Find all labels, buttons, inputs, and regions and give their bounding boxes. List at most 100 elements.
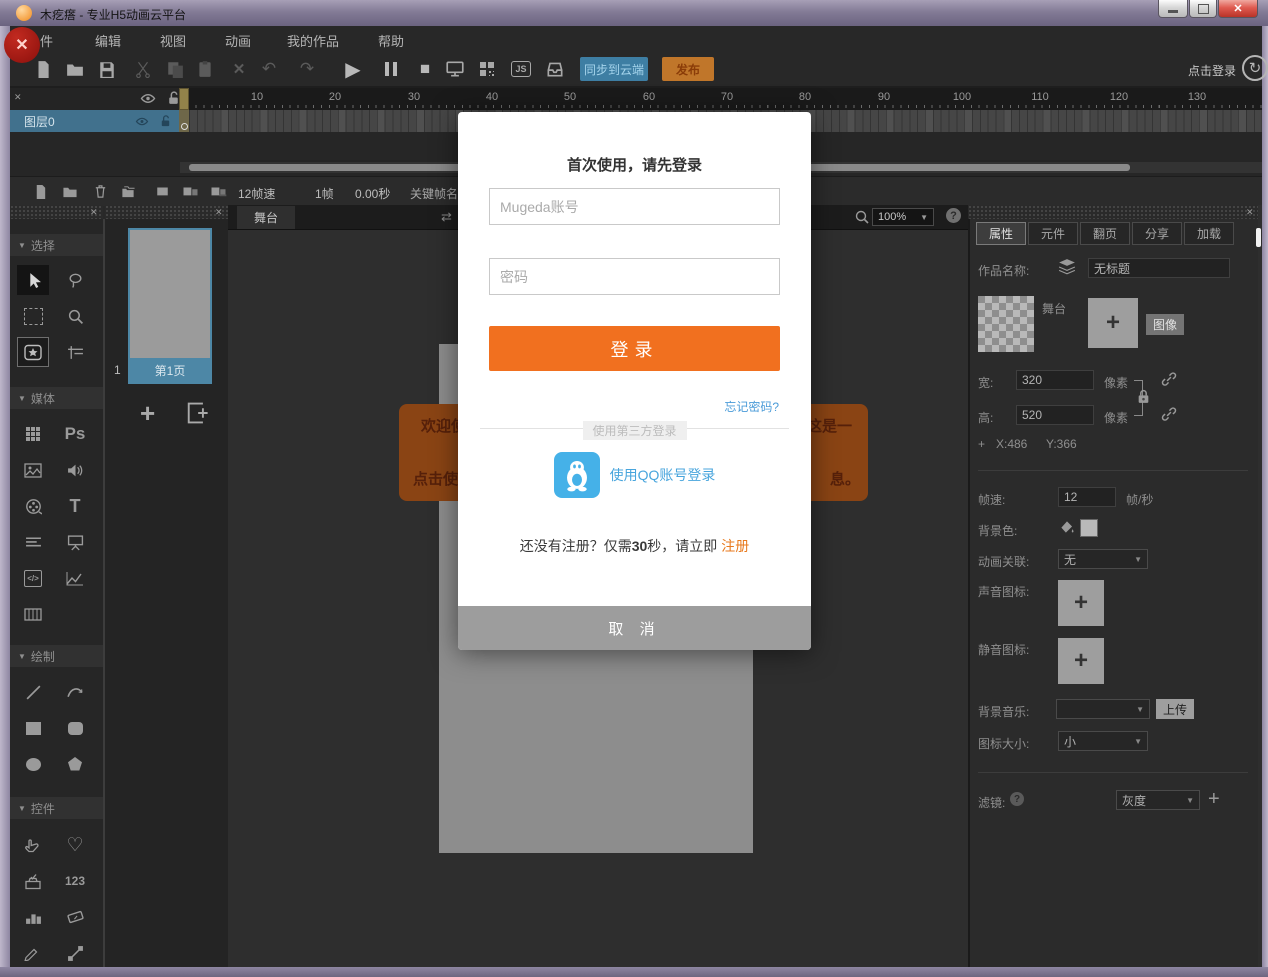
tool-signature[interactable] <box>17 938 49 968</box>
tool-rectangle[interactable] <box>17 713 49 743</box>
delete-layer-button[interactable] <box>90 182 110 200</box>
panel-scrollbar-thumb[interactable] <box>1256 228 1261 247</box>
stage-bg-swatch[interactable] <box>978 296 1034 352</box>
menu-animation[interactable]: 动画 <box>225 31 251 50</box>
tab-share[interactable]: 分享 <box>1132 222 1182 245</box>
tab-properties[interactable]: 属性 <box>976 222 1026 245</box>
section-media[interactable]: ▼媒体 <box>10 387 103 409</box>
tool-video[interactable] <box>17 491 49 521</box>
section-select[interactable]: ▼选择 <box>10 234 103 256</box>
height-input[interactable] <box>1016 405 1094 425</box>
tool-zoom[interactable] <box>59 301 91 331</box>
tool-counter[interactable]: 123 <box>59 866 91 896</box>
save-button[interactable] <box>94 56 120 82</box>
copy-button[interactable] <box>162 56 188 82</box>
insert-page-button[interactable] <box>184 400 210 426</box>
tool-rounded-rectangle[interactable] <box>59 713 91 743</box>
aspect-lock-icon[interactable] <box>1136 388 1151 405</box>
cut-button[interactable] <box>130 56 156 82</box>
preview-button[interactable] <box>442 56 468 82</box>
tool-text[interactable]: T <box>59 491 91 521</box>
duplicate-layer-button[interactable] <box>118 182 138 200</box>
visibility-column-icon[interactable] <box>140 92 156 105</box>
filter-dropdown[interactable]: 灰度 ▼ <box>1116 790 1200 810</box>
password-input[interactable] <box>489 258 780 295</box>
login-button[interactable]: 登录 <box>489 326 780 371</box>
work-name-input[interactable] <box>1088 258 1230 278</box>
stage-zoom-icon[interactable] <box>854 209 870 225</box>
tool-ranking[interactable] <box>17 902 49 932</box>
new-file-button[interactable] <box>30 56 56 82</box>
stop-button[interactable]: ■ <box>412 56 438 82</box>
tool-arc[interactable] <box>59 677 91 707</box>
tool-image[interactable] <box>17 455 49 485</box>
pages-panel-close-icon[interactable]: ✕ <box>215 208 223 217</box>
width-link-icon[interactable] <box>1160 370 1178 388</box>
stage-help-button[interactable]: ? <box>946 208 961 223</box>
forgot-password-link[interactable]: 忘记密码? <box>724 398 779 415</box>
width-input[interactable] <box>1016 370 1094 390</box>
publish-button[interactable]: 发布 <box>662 57 714 81</box>
play-button[interactable]: ▶ <box>340 56 366 82</box>
redo-button[interactable]: ↷ <box>294 56 320 82</box>
menu-view[interactable]: 视图 <box>160 31 186 50</box>
tool-component[interactable] <box>17 419 49 449</box>
menu-help[interactable]: 帮助 <box>378 31 404 50</box>
menu-file[interactable]: 件 <box>40 31 53 50</box>
tool-polygon[interactable] <box>59 749 91 779</box>
pan-mode-icon[interactable]: ⇄ <box>441 209 452 225</box>
layer-visibility-icon[interactable] <box>135 116 149 127</box>
tool-coupon[interactable] <box>59 902 91 932</box>
mute-icon-add-button[interactable]: + <box>1058 638 1104 684</box>
tool-connector[interactable] <box>59 938 91 968</box>
tool-transform[interactable] <box>17 301 49 331</box>
account-input[interactable] <box>489 188 780 225</box>
tool-touch[interactable] <box>17 830 49 860</box>
bg-music-dropdown[interactable]: ▼ <box>1056 699 1150 719</box>
remove-frame-button[interactable] <box>208 182 228 200</box>
tool-symbol[interactable] <box>17 337 49 367</box>
framerate-input[interactable] <box>1058 487 1116 507</box>
icon-size-dropdown[interactable]: 小 ▼ <box>1058 731 1148 751</box>
login-sync-icon[interactable]: ↻ <box>1242 55 1268 81</box>
tool-guides[interactable] <box>59 337 91 367</box>
menu-my-works[interactable]: 我的作品 <box>287 31 339 50</box>
new-layer-button[interactable] <box>30 182 50 200</box>
stage-tab[interactable]: 舞台 <box>237 206 295 229</box>
timeline-close-icon[interactable]: ✕ <box>14 93 22 102</box>
zoom-level-dropdown[interactable]: 100% ▼ <box>872 208 934 226</box>
open-file-button[interactable] <box>62 56 88 82</box>
tab-loading[interactable]: 加载 <box>1184 222 1234 245</box>
tool-filmstrip[interactable] <box>17 599 49 629</box>
tool-vote[interactable] <box>17 866 49 896</box>
page-thumbnail[interactable]: 第1页 <box>128 228 212 384</box>
upload-button[interactable]: 上传 <box>1156 699 1194 719</box>
tool-paragraph[interactable] <box>17 527 49 557</box>
anim-link-dropdown[interactable]: 无 ▼ <box>1058 549 1148 569</box>
cancel-button[interactable]: 取 消 <box>458 606 811 650</box>
tool-line[interactable] <box>17 677 49 707</box>
height-link-icon[interactable] <box>1160 405 1178 423</box>
properties-panel-header[interactable]: ✕ <box>968 205 1258 219</box>
tab-symbols[interactable]: 元件 <box>1028 222 1078 245</box>
tool-board[interactable] <box>59 527 91 557</box>
playhead[interactable] <box>179 88 189 110</box>
stage-image-add-button[interactable]: + <box>1088 298 1138 348</box>
register-link[interactable]: 注册 <box>721 538 749 554</box>
layer-row[interactable]: 图层0 <box>10 110 180 132</box>
close-button[interactable]: ✕ <box>1218 0 1258 18</box>
minimize-button[interactable] <box>1158 0 1188 18</box>
current-frame-cell[interactable] <box>179 110 189 132</box>
properties-panel-close-icon[interactable]: ✕ <box>1246 208 1254 217</box>
insert-keyframe-button[interactable] <box>180 182 200 200</box>
paint-bucket-icon[interactable] <box>1058 518 1076 536</box>
tool-select-arrow[interactable] <box>17 265 49 295</box>
paste-button[interactable] <box>192 56 218 82</box>
tool-code[interactable]: </> <box>17 563 49 593</box>
tool-ellipse[interactable] <box>17 749 49 779</box>
bg-color-swatch[interactable] <box>1080 519 1098 537</box>
add-filter-button[interactable]: + <box>1208 788 1220 811</box>
publish-package-button[interactable] <box>542 56 568 82</box>
undo-button[interactable]: ↶ <box>256 56 282 82</box>
tab-pages[interactable]: 翻页 <box>1080 222 1130 245</box>
